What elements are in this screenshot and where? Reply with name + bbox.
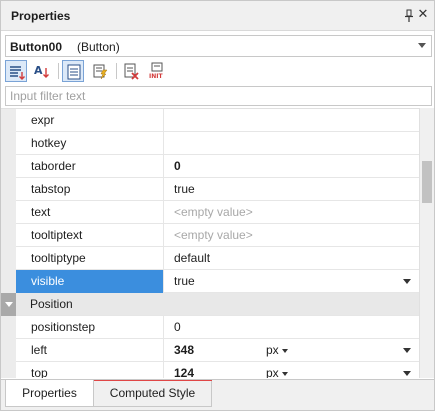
scrollbar-thumb[interactable] [422,161,432,203]
tab-label: Computed Style [109,386,196,400]
property-name: hotkey [16,132,164,155]
row-gutter [1,109,16,132]
chevron-down-icon[interactable] [403,371,411,376]
property-name: text [16,201,164,224]
property-name: visible [16,270,164,293]
close-icon[interactable]: ✕ [417,7,429,21]
property-value: 348 [174,343,195,357]
property-grid: expr hotkey taborder 0 tabstop true text… [1,108,419,378]
chevron-down-icon [281,348,288,353]
property-value: 124 [174,366,195,378]
panel-title: Properties [11,9,71,23]
property-name: left [16,339,164,362]
property-name: taborder [16,155,164,178]
property-row-left[interactable]: left 348 px [1,339,419,362]
unit-select[interactable]: px [266,362,306,378]
svg-text:INIT: INIT [149,73,163,80]
property-name: top [16,362,164,378]
property-value[interactable]: 0 [165,155,419,178]
event-view-icon[interactable] [89,60,111,82]
sort-alpha-icon[interactable]: A [31,60,53,82]
row-gutter [1,178,16,201]
property-value[interactable]: 0 [165,316,419,339]
group-name: Position [30,297,73,311]
object-name: Button00 [10,40,62,54]
row-gutter [1,270,16,293]
object-type: (Button) [77,40,120,54]
collapse-icon [5,302,13,307]
panel-tabs: Properties Computed Style [1,379,434,410]
property-row-text[interactable]: text <empty value> [1,201,419,224]
property-value[interactable]: true [165,178,419,201]
property-name: expr [16,109,164,132]
row-gutter [1,132,16,155]
categorize-icon[interactable] [5,60,27,82]
chevron-down-icon [281,371,288,376]
property-view-icon[interactable] [62,60,84,82]
row-gutter [1,362,16,378]
filter-input[interactable] [6,87,431,105]
row-gutter [1,201,16,224]
properties-panel: Properties ✕ Button00 (Button) A INIT In… [0,0,435,411]
property-row-expr[interactable]: expr [1,109,419,132]
toolbar-divider [116,63,117,79]
property-value-cell[interactable]: 348 px [165,339,419,362]
property-value[interactable] [165,132,419,155]
property-value[interactable]: <empty value> [165,201,419,224]
row-gutter [1,247,16,270]
pin-icon[interactable] [404,9,414,23]
property-row-hotkey[interactable]: hotkey [1,132,419,155]
init-icon[interactable]: INIT [146,60,168,82]
property-value[interactable]: true [165,270,419,293]
tab-accent-line [94,380,212,381]
property-value[interactable] [165,109,419,132]
property-value[interactable]: default [165,247,419,270]
filter-field[interactable] [5,86,432,106]
object-selector[interactable]: Button00 (Button) [5,35,432,57]
panel-titlebar: Properties ✕ [1,1,434,31]
row-gutter [1,316,16,339]
group-header-position[interactable]: Position [1,293,419,316]
unit-select[interactable]: px [266,339,306,362]
chevron-down-icon[interactable] [403,348,411,353]
property-row-tooltiptext[interactable]: tooltiptext <empty value> [1,224,419,247]
property-row-tooltiptype[interactable]: tooltiptype default [1,247,419,270]
property-name: tooltiptext [16,224,164,247]
property-name: tooltiptype [16,247,164,270]
unit-label: px [266,343,279,357]
collapse-toggle[interactable] [1,293,16,316]
property-row-positionstep[interactable]: positionstep 0 [1,316,419,339]
property-value-cell[interactable]: 124 px [165,362,419,378]
unit-label: px [266,366,279,378]
vertical-scrollbar[interactable] [419,108,434,378]
remove-property-icon[interactable] [120,60,142,82]
property-name: positionstep [16,316,164,339]
toolbar-divider [58,63,59,79]
property-row-top[interactable]: top 124 px [1,362,419,378]
svg-text:A: A [34,64,43,77]
properties-toolbar: A INIT [5,59,432,83]
chevron-down-icon[interactable] [403,279,411,284]
property-row-tabstop[interactable]: tabstop true [1,178,419,201]
property-row-taborder[interactable]: taborder 0 [1,155,419,178]
property-value[interactable]: <empty value> [165,224,419,247]
row-gutter [1,224,16,247]
tab-properties[interactable]: Properties [5,380,94,407]
row-gutter [1,339,16,362]
property-row-visible[interactable]: visible true [1,270,419,293]
chevron-down-icon[interactable] [418,43,426,48]
property-name: tabstop [16,178,164,201]
row-gutter [1,155,16,178]
tab-computed-style[interactable]: Computed Style [94,380,212,407]
